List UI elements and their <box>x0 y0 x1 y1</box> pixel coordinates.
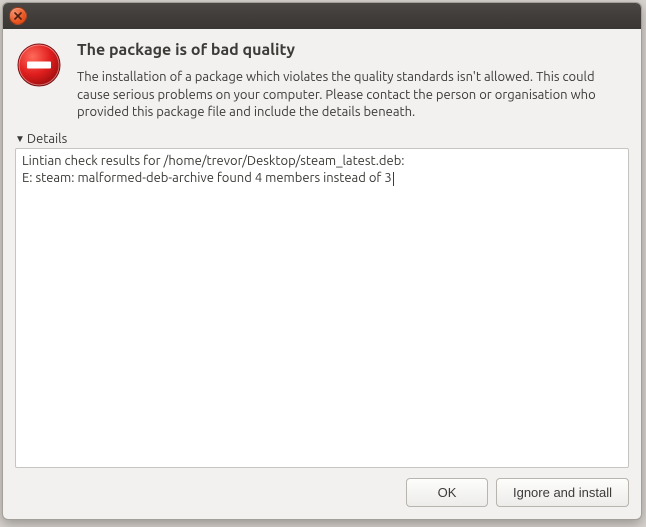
details-label: Details <box>27 132 67 146</box>
details-line: E: steam: malformed-deb-archive found 4 … <box>22 170 622 188</box>
header-text: The package is of bad quality The instal… <box>77 41 629 122</box>
dialog-content: The package is of bad quality The instal… <box>3 29 641 519</box>
details-expander[interactable]: ▼ Details <box>15 132 629 146</box>
dialog-title: The package is of bad quality <box>77 41 629 59</box>
close-icon <box>14 12 22 20</box>
chevron-down-icon: ▼ <box>15 134 25 144</box>
details-line: Lintian check results for /home/trevor/D… <box>22 153 622 171</box>
dialog-window: The package is of bad quality The instal… <box>2 2 642 520</box>
dialog-message: The installation of a package which viol… <box>77 69 629 122</box>
ok-button[interactable]: OK <box>406 478 488 507</box>
details-textarea[interactable]: Lintian check results for /home/trevor/D… <box>15 148 629 468</box>
ignore-install-button[interactable]: Ignore and install <box>496 478 629 507</box>
error-icon <box>15 41 63 89</box>
header-row: The package is of bad quality The instal… <box>15 41 629 122</box>
button-row: OK Ignore and install <box>15 478 629 507</box>
titlebar <box>3 3 641 29</box>
close-button[interactable] <box>9 7 27 25</box>
